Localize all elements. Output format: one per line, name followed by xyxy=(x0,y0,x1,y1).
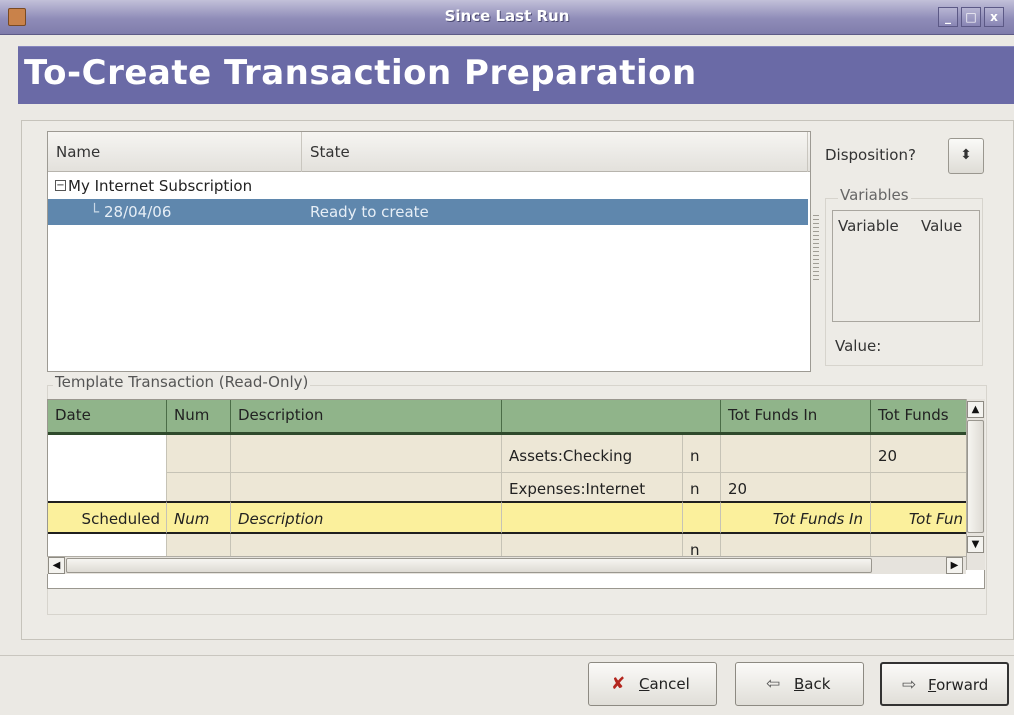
horizontal-scroll-thumb[interactable] xyxy=(66,558,872,573)
register-cell-num[interactable] xyxy=(167,440,231,473)
back-button[interactable]: ⇦ Back xyxy=(735,662,864,706)
cancel-button[interactable]: ✘ Cancel xyxy=(588,662,717,706)
register-cell-funds-in[interactable]: Tot Funds In xyxy=(721,501,871,534)
collapse-icon[interactable]: − xyxy=(55,180,66,191)
register-col-num: Num xyxy=(167,400,231,432)
transaction-tree[interactable]: Name State − My Internet Subscription └ … xyxy=(47,131,811,372)
register-horizontal-scrollbar[interactable]: ◀ ▶ xyxy=(47,556,966,574)
disposition-label: Disposition? xyxy=(825,146,916,164)
tree-row-instance[interactable]: └ 28/04/06 Ready to create xyxy=(48,199,808,225)
forward-button[interactable]: ⇨ Forward xyxy=(880,662,1009,706)
register-col-date: Date xyxy=(48,400,167,432)
variables-list[interactable]: Variable Value xyxy=(832,210,980,322)
scroll-left-icon[interactable]: ◀ xyxy=(48,557,65,574)
back-button-label: Back xyxy=(794,675,831,693)
register-row[interactable]: Assets:Checking n 20 xyxy=(48,440,971,473)
register-cell-reconcile[interactable] xyxy=(683,501,721,534)
tree-row-name: 28/04/06 xyxy=(104,203,172,221)
register-cell-funds-out[interactable]: Tot Fun xyxy=(871,501,971,534)
tree-line-icon: └ xyxy=(90,203,100,221)
variables-column-value[interactable]: Value xyxy=(921,217,962,235)
tree-row-state: Ready to create xyxy=(310,203,429,221)
register-cell-account[interactable]: Assets:Checking xyxy=(502,440,683,473)
column-header-state[interactable]: State xyxy=(302,132,808,172)
scroll-right-icon[interactable]: ▶ xyxy=(946,557,963,574)
register-cell-funds-in[interactable] xyxy=(721,440,871,473)
variables-column-variable[interactable]: Variable xyxy=(838,217,899,235)
tree-header: Name State xyxy=(48,132,810,172)
register-col-account xyxy=(502,400,721,432)
forward-arrow-icon: ⇨ xyxy=(902,675,917,695)
back-arrow-icon: ⇦ xyxy=(766,674,781,694)
tree-row-name: My Internet Subscription xyxy=(68,177,253,195)
scroll-up-icon[interactable]: ▲ xyxy=(967,401,984,418)
register-col-funds-out: Tot Funds xyxy=(871,400,971,432)
variables-group-title: Variables xyxy=(838,186,911,204)
register-cell-account[interactable] xyxy=(502,501,683,534)
window-title: Since Last Run xyxy=(444,7,570,25)
page-header: To-Create Transaction Preparation xyxy=(18,46,1014,104)
cancel-icon: ✘ xyxy=(611,674,626,694)
vertical-scroll-thumb[interactable] xyxy=(967,420,984,533)
register-cell-description[interactable] xyxy=(231,440,502,473)
disposition-spinner[interactable]: ⬍ xyxy=(948,138,984,174)
pane-resize-handle[interactable] xyxy=(813,215,819,283)
register-header: Date Num Description Tot Funds In Tot Fu… xyxy=(48,400,971,435)
register-vertical-scrollbar[interactable]: ▲ ▼ xyxy=(966,399,985,570)
minimize-button[interactable]: _ xyxy=(938,7,958,27)
register-cell-date[interactable] xyxy=(48,440,167,473)
register-row-scheduled[interactable]: Scheduled Num Description Tot Funds In T… xyxy=(48,501,971,534)
column-header-name[interactable]: Name xyxy=(48,132,302,172)
button-area-separator xyxy=(0,655,1014,656)
page-title: To-Create Transaction Preparation xyxy=(24,53,697,93)
close-button[interactable]: x xyxy=(984,7,1004,27)
register-cell-reconcile[interactable]: n xyxy=(683,440,721,473)
maximize-button[interactable]: □ xyxy=(961,7,981,27)
register-cell-date[interactable]: Scheduled xyxy=(48,501,167,534)
template-transaction-title: Template Transaction (Read-Only) xyxy=(53,373,311,391)
register-col-description: Description xyxy=(231,400,502,432)
forward-button-label: Forward xyxy=(928,676,989,694)
tree-row-subscription[interactable]: − My Internet Subscription xyxy=(48,173,808,199)
value-label: Value: xyxy=(835,337,882,355)
register-cell-description[interactable]: Description xyxy=(231,501,502,534)
window-titlebar[interactable]: Since Last Run _ □ x xyxy=(0,0,1014,35)
scroll-down-icon[interactable]: ▼ xyxy=(967,536,984,553)
register-col-funds-in: Tot Funds In xyxy=(721,400,871,432)
register-cell-num[interactable]: Num xyxy=(167,501,231,534)
register-cell-funds-out[interactable]: 20 xyxy=(871,440,971,473)
cancel-button-label: Cancel xyxy=(639,675,690,693)
